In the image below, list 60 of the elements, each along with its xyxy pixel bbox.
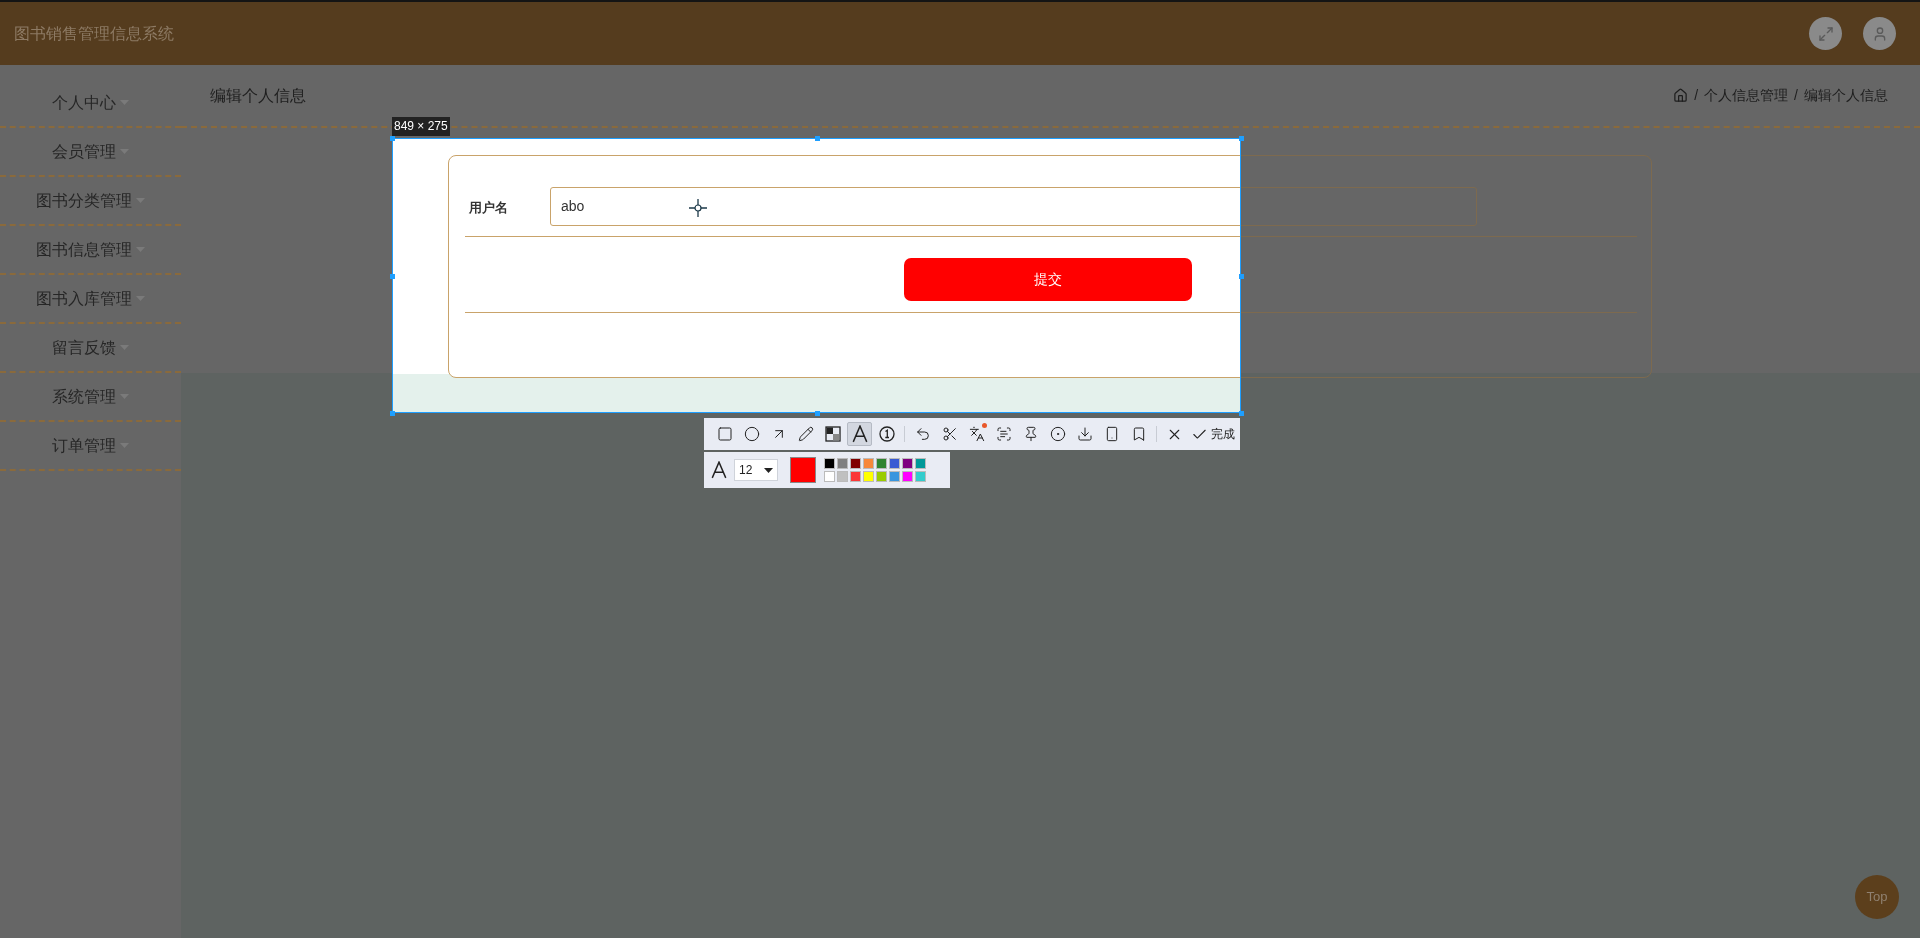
font-size-dropdown[interactable]: 12 (734, 459, 778, 481)
palette-color[interactable] (837, 458, 848, 469)
selection-handle[interactable] (390, 411, 395, 416)
field-label: 用户名 (469, 199, 508, 217)
palette-color[interactable] (824, 458, 835, 469)
fullscreen-button[interactable] (1809, 17, 1842, 50)
fullscreen-icon (1817, 25, 1834, 42)
font-icon (710, 461, 728, 479)
submit-button[interactable]: 提交 (904, 258, 1192, 301)
scan-text-icon (995, 426, 1012, 442)
download-icon (1076, 426, 1093, 442)
selection-handle[interactable] (1239, 136, 1244, 141)
translate-icon (968, 426, 985, 442)
done-button[interactable]: 完成 (1189, 422, 1237, 446)
circle-icon (743, 426, 760, 442)
app-title: 图书销售管理信息系统 (14, 23, 174, 44)
undo-icon (914, 426, 931, 442)
palette-color[interactable] (915, 471, 926, 482)
palette-color[interactable] (902, 471, 913, 482)
breadcrumb-item: 编辑个人信息 (1804, 86, 1888, 105)
breadcrumb-separator: / (1694, 86, 1699, 105)
sidebar-item[interactable]: 订单管理 (0, 422, 181, 471)
palette-color[interactable] (889, 471, 900, 482)
palette-color[interactable] (850, 458, 861, 469)
text-tool-button[interactable] (847, 422, 872, 446)
selection-handle[interactable] (390, 273, 395, 279)
breadcrumb-separator: / (1794, 86, 1798, 105)
page-title: 编辑个人信息 (210, 85, 306, 106)
text-icon (850, 425, 869, 443)
palette-color[interactable] (889, 458, 900, 469)
caret-icon (764, 467, 773, 473)
numbered-marker-icon (878, 426, 895, 442)
selection-handle[interactable] (1239, 273, 1244, 279)
palette-color[interactable] (863, 471, 874, 482)
scissors-icon (941, 426, 958, 442)
selection-handle[interactable] (390, 136, 395, 141)
back-to-top-button[interactable]: Top (1855, 875, 1899, 919)
current-color-swatch[interactable] (790, 457, 816, 483)
pencil-icon (797, 426, 814, 442)
sidebar-item[interactable]: 系统管理 (0, 373, 181, 422)
selection-handle[interactable] (1239, 411, 1244, 416)
palette-color[interactable] (902, 458, 913, 469)
rectangle-icon (716, 426, 733, 442)
mosaic-icon (824, 426, 841, 442)
home-icon[interactable] (1673, 88, 1689, 103)
palette-color[interactable] (876, 471, 887, 482)
selection-handle[interactable] (814, 411, 820, 416)
capture-size-label: 849 × 275 (392, 117, 450, 136)
record-icon (1049, 426, 1066, 442)
palette-color[interactable] (824, 471, 835, 482)
crosshair-cursor-icon (689, 199, 707, 217)
username-input[interactable]: abo (550, 187, 1240, 226)
palette-color[interactable] (863, 458, 874, 469)
breadcrumb-item[interactable]: 个人信息管理 (1704, 85, 1789, 106)
selection-handle[interactable] (814, 136, 820, 141)
palette-color[interactable] (850, 471, 861, 482)
palette-color[interactable] (876, 458, 887, 469)
palette-color[interactable] (837, 471, 848, 482)
user-avatar-button[interactable] (1863, 17, 1896, 50)
palette-color[interactable] (915, 458, 926, 469)
